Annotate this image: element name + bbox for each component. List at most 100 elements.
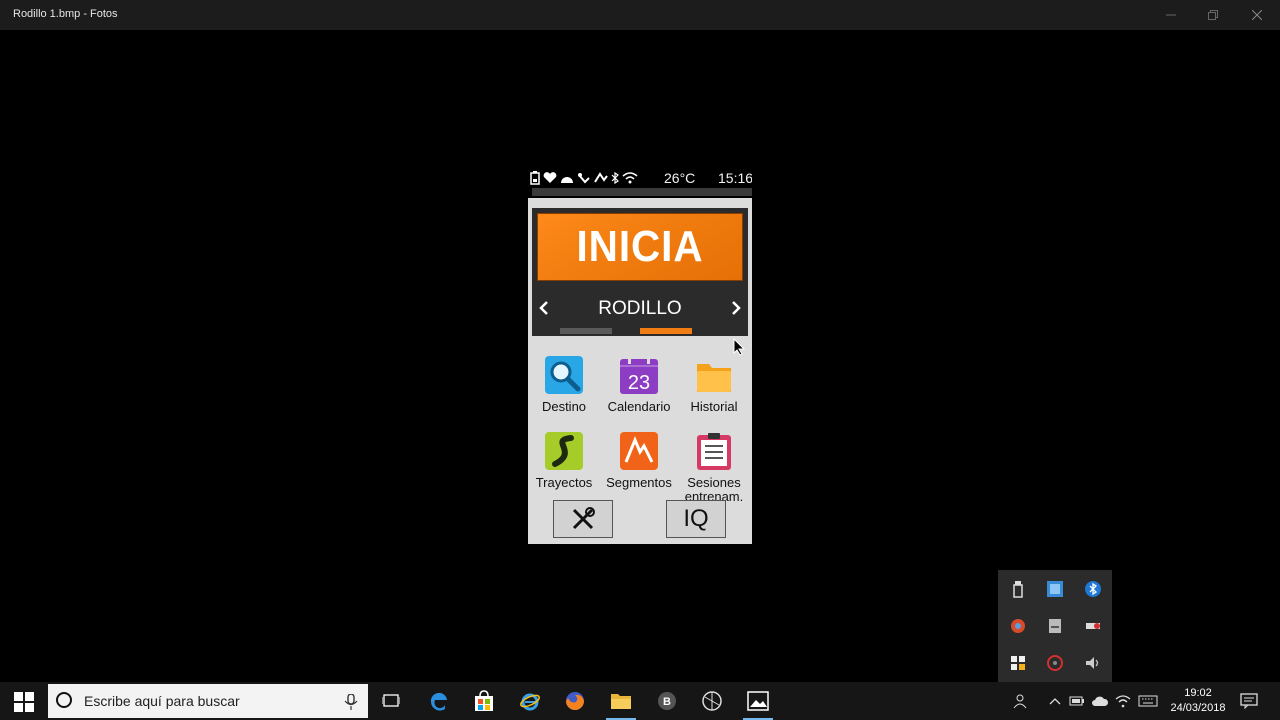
windows-security-icon[interactable]: [1009, 654, 1027, 672]
battery-button[interactable]: [1066, 690, 1088, 712]
store-icon: [475, 690, 493, 711]
people-icon: [1013, 694, 1027, 709]
start-ride-label: INICIA: [576, 222, 704, 271]
page-indicator-active: [640, 328, 692, 334]
taskbar-date: 24/03/2018: [1170, 702, 1226, 714]
settings-button[interactable]: [553, 500, 613, 538]
store-app-button[interactable]: [469, 686, 499, 716]
device-status-bar: 26°C 15:16: [528, 168, 752, 198]
wheel-app-button[interactable]: [697, 686, 727, 716]
storage-icon[interactable]: [1046, 617, 1064, 635]
media-app-icon[interactable]: [1084, 617, 1102, 635]
internet-explorer-icon: [520, 693, 540, 711]
task-view-button[interactable]: [376, 686, 406, 716]
app-label: Segmentos: [606, 475, 672, 490]
speed-sensor-icon: [561, 177, 573, 183]
ie-app-button[interactable]: [515, 686, 545, 716]
cloud-icon: [1092, 696, 1109, 706]
taskbar-search-box[interactable]: [48, 684, 368, 718]
search-icon: [545, 356, 583, 394]
wheel-icon: [702, 691, 722, 711]
close-icon: [1252, 10, 1262, 20]
folder-icon: [611, 694, 631, 709]
volume-icon[interactable]: [1084, 654, 1102, 672]
firefox-app-button[interactable]: [560, 686, 590, 716]
minimize-button[interactable]: [1150, 0, 1192, 30]
restore-button[interactable]: [1192, 0, 1234, 30]
window-title: Rodillo 1.bmp - Fotos: [13, 8, 118, 20]
taskbar-time: 19:02: [1184, 687, 1212, 699]
update-icon[interactable]: [1046, 654, 1064, 672]
folder-icon: [697, 364, 731, 392]
window-titlebar: Rodillo 1.bmp - Fotos: [0, 0, 1280, 30]
next-profile-button[interactable]: [724, 292, 748, 324]
taskbar-clock[interactable]: 19:02 24/03/2018: [1168, 686, 1228, 716]
route-icon: [545, 432, 583, 470]
close-button[interactable]: [1236, 0, 1278, 30]
mouse-cursor-icon: [733, 338, 745, 356]
device-clock: 15:16: [718, 170, 752, 186]
app-label: Historial: [690, 399, 738, 414]
cadence-sensor-icon: [578, 173, 590, 184]
wifi-icon: [1115, 695, 1131, 708]
status-icons: [530, 171, 638, 185]
profile-name: RODILLO: [598, 298, 682, 319]
action-center-button[interactable]: [1238, 690, 1260, 712]
gps-signal-strip: [532, 188, 752, 196]
app-label: Destino: [541, 399, 587, 414]
clipboard-icon: [697, 433, 731, 470]
app-label: Trayectos: [535, 475, 593, 490]
previous-profile-button[interactable]: [532, 292, 556, 324]
search-input[interactable]: [84, 684, 334, 718]
edge-icon: [430, 692, 447, 711]
wifi-icon: [622, 172, 638, 184]
app-historial[interactable]: Historial: [676, 356, 752, 426]
app-trayectos[interactable]: Trayectos: [528, 432, 602, 502]
minimize-icon: [1166, 14, 1176, 16]
iq-label: IQ: [683, 505, 709, 532]
chevron-right-icon: [732, 301, 741, 315]
app-calendario[interactable]: 23 Calendario: [601, 356, 677, 426]
edge-app-button[interactable]: [424, 686, 454, 716]
b-app-icon: B: [658, 692, 676, 710]
network-app-icon[interactable]: [1046, 580, 1064, 598]
app-sesiones[interactable]: Sesiones entrenam.: [676, 432, 752, 504]
chevron-left-icon: [539, 301, 548, 315]
onedrive-button[interactable]: [1089, 690, 1111, 712]
start-panel: INICIA RODILLO: [532, 208, 748, 336]
taskbar: B 19:02 24/03/2018: [0, 682, 1280, 720]
usb-drive-icon[interactable]: [1009, 580, 1027, 598]
microphone-icon[interactable]: [344, 694, 358, 710]
photos-icon: [747, 691, 769, 711]
keyboard-icon: [1138, 695, 1158, 707]
heart-rate-icon: [543, 172, 557, 183]
battery-icon: [530, 171, 540, 185]
start-ride-button[interactable]: INICIA: [537, 213, 743, 281]
power-sensor-icon: [594, 172, 608, 183]
people-button[interactable]: [1010, 690, 1032, 712]
app-tray-icon[interactable]: [1009, 617, 1027, 635]
app-destino[interactable]: Destino: [528, 356, 602, 426]
windows-start-icon[interactable]: [14, 692, 34, 712]
app-label: Calendario: [607, 399, 671, 414]
task-view-icon: [382, 694, 400, 707]
calendar-icon: 23: [620, 356, 658, 394]
photos-app-button[interactable]: [743, 686, 773, 720]
svg-text:B: B: [663, 696, 671, 708]
battery-icon: [1069, 696, 1084, 706]
page-indicator: [560, 328, 612, 334]
tools-icon: [572, 507, 595, 530]
restore-icon: [1208, 10, 1218, 20]
bluetooth-tray-icon[interactable]: [1084, 580, 1102, 598]
keyboard-button[interactable]: [1137, 690, 1159, 712]
calendar-day: 23: [628, 372, 650, 394]
b-app-button[interactable]: B: [652, 686, 682, 716]
cortana-icon: [56, 692, 72, 708]
wifi-button[interactable]: [1112, 690, 1134, 712]
tray-overflow-flyout: [998, 570, 1112, 682]
app-segmentos[interactable]: Segmentos: [601, 432, 677, 502]
connect-iq-button[interactable]: IQ: [666, 500, 726, 538]
chevron-up-icon: [1049, 698, 1061, 705]
show-hidden-icons-button[interactable]: [1044, 690, 1066, 712]
file-explorer-app-button[interactable]: [606, 686, 636, 720]
